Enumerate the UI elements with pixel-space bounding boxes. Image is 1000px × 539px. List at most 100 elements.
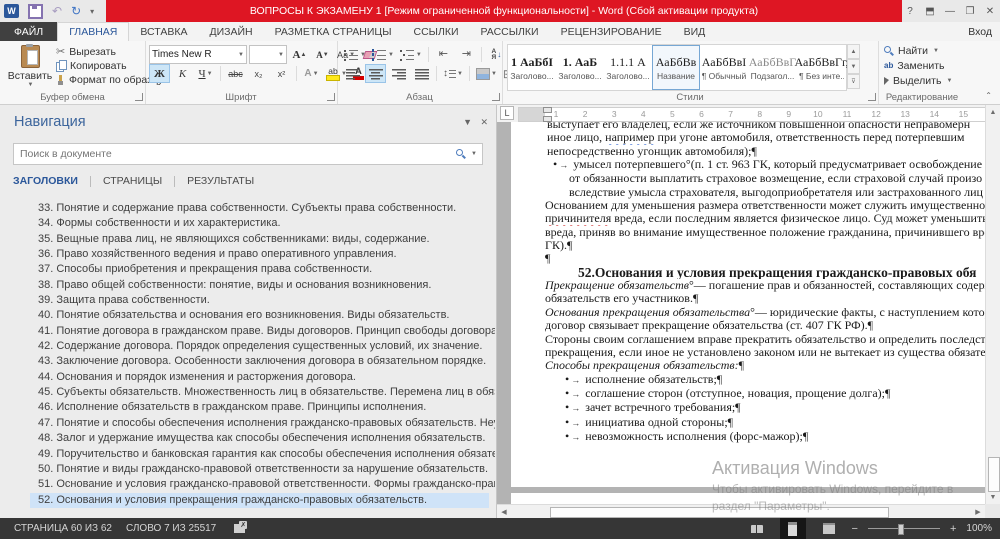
nav-heading-item[interactable]: 52. Основания и условия прекращения граж… [30, 493, 489, 508]
line-spacing-button[interactable]: ↕▼ [441, 64, 465, 83]
scroll-left-icon[interactable]: ◀ [497, 505, 511, 518]
sign-in-link[interactable]: Вход [968, 22, 1000, 41]
tab-ссылки[interactable]: ССЫЛКИ [402, 22, 469, 41]
justify-button[interactable] [411, 64, 432, 83]
horizontal-scrollbar[interactable]: ◀ ▶ [497, 504, 985, 518]
select-button[interactable]: Выделить▼ [884, 74, 952, 87]
style-item[interactable]: АаБбВвНазвание [652, 45, 700, 90]
nav-heading-item[interactable]: 50. Понятие и виды гражданско-правовой о… [0, 462, 495, 477]
horizontal-scroll-thumb[interactable] [550, 507, 889, 518]
shrink-font-button[interactable]: А▼ [312, 45, 333, 64]
nav-heading-item[interactable]: 39. Защита права собственности. [0, 293, 495, 308]
help-icon[interactable]: ? [900, 0, 920, 22]
gallery-up-icon[interactable]: ▲ [847, 44, 860, 59]
pane-options-icon[interactable]: ▼ [463, 117, 472, 127]
document-search-box[interactable]: ▼ [13, 143, 483, 165]
font-family-combo[interactable]: Times New R▼ [149, 45, 247, 64]
page-count[interactable]: СТРАНИЦА 60 ИЗ 62 [14, 523, 112, 534]
style-item[interactable]: АаБбВвГПодзагол... [748, 45, 797, 90]
search-icon[interactable] [456, 149, 466, 159]
nav-heading-item[interactable]: 36. Право хозяйственного ведения и право… [0, 247, 495, 262]
redo-icon[interactable]: ↻ [71, 5, 81, 17]
tab-рассылки[interactable]: РАССЫЛКИ [470, 22, 550, 41]
align-right-button[interactable] [388, 64, 409, 83]
minimize-icon[interactable]: — [940, 0, 960, 22]
style-item[interactable]: 1. АаБЗаголово... [556, 45, 604, 90]
vertical-scrollbar[interactable]: ▲ ▼ [985, 105, 1000, 504]
tab-file[interactable]: ФАЙЛ [0, 22, 57, 41]
nav-heading-item[interactable]: 37. Способы приобретения и прекращения п… [0, 262, 495, 277]
proofing-status-icon[interactable] [234, 524, 245, 533]
first-line-indent-marker[interactable] [543, 107, 552, 113]
nav-heading-item[interactable]: 42. Содержание договора. Порядок определ… [0, 339, 495, 354]
strikethrough-button[interactable]: abc [225, 64, 246, 83]
multilevel-list-button[interactable]: ▼ [398, 45, 424, 64]
style-item[interactable]: 1 АаБбІЗаголово... [508, 45, 556, 90]
dialog-launcher-icon[interactable] [492, 93, 500, 101]
nav-heading-item[interactable]: 41. Понятие договора в гражданском праве… [0, 324, 495, 339]
nav-heading-item[interactable]: 43. Заключение договора. Особенности зак… [0, 354, 495, 369]
collapse-ribbon-icon[interactable]: ⌃ [985, 91, 992, 100]
bullet-list-button[interactable]: ▼ [342, 45, 368, 64]
vertical-scroll-thumb[interactable] [988, 457, 1000, 492]
ribbon-display-icon[interactable]: ⬒ [920, 0, 940, 22]
save-icon[interactable] [28, 4, 43, 19]
read-mode-button[interactable] [744, 518, 770, 539]
nav-tab-2[interactable]: СТРАНИЦЫ [103, 173, 162, 189]
print-layout-button[interactable] [780, 518, 806, 539]
tab-вставка[interactable]: ВСТАВКА [129, 22, 198, 41]
shading-button[interactable]: ▼ [474, 64, 499, 83]
increase-indent-button[interactable]: ⇥ [456, 45, 477, 64]
restore-icon[interactable]: ❐ [960, 0, 980, 22]
decrease-indent-button[interactable]: ⇤ [433, 45, 454, 64]
scroll-right-icon[interactable]: ▶ [971, 505, 985, 518]
next-page-edge[interactable] [511, 493, 985, 504]
word-count[interactable]: СЛОВО 7 ИЗ 25517 [126, 523, 216, 534]
replace-button[interactable]: abЗаменить [884, 59, 952, 72]
zoom-out-button[interactable]: − [852, 523, 858, 535]
tab-вид[interactable]: ВИД [673, 22, 717, 41]
style-item[interactable]: АаБбВвГг,¶ Без инте... [797, 45, 846, 90]
nav-heading-item[interactable]: 35. Вещные права лиц, не являющихся собс… [0, 232, 495, 247]
search-input[interactable] [14, 148, 456, 160]
scroll-up-icon[interactable]: ▲ [986, 105, 1000, 119]
tab-главная[interactable]: ГЛАВНАЯ [57, 22, 129, 41]
text-effects-button[interactable]: А▼ [301, 64, 322, 83]
search-options-icon[interactable]: ▼ [471, 151, 477, 157]
nav-heading-item[interactable]: 45. Субъекты обязательств. Множественнос… [0, 385, 495, 400]
nav-heading-item[interactable]: 47. Понятие и способы обеспечения исполн… [0, 416, 495, 431]
nav-heading-item[interactable]: 33. Понятие и содержание права собственн… [0, 201, 495, 216]
underline-button[interactable]: Ч▼ [195, 64, 216, 83]
tab-рецензирование[interactable]: РЕЦЕНЗИРОВАНИЕ [550, 22, 673, 41]
superscript-button[interactable]: x² [271, 64, 292, 83]
pane-close-icon[interactable]: ✕ [480, 117, 488, 128]
nav-heading-item[interactable]: 49. Поручительство и банковская гарантия… [0, 447, 495, 462]
horizontal-ruler[interactable]: L 123456789101112131415 [497, 105, 985, 122]
tab-разметка-страницы[interactable]: РАЗМЕТКА СТРАНИЦЫ [264, 22, 403, 41]
zoom-slider-thumb[interactable] [898, 524, 904, 535]
nav-heading-item[interactable]: 51. Основание и условия гражданско-право… [0, 477, 495, 492]
align-center-button[interactable] [365, 64, 386, 83]
numbered-list-button[interactable]: ▼ [370, 45, 396, 64]
web-layout-button[interactable] [816, 518, 842, 539]
nav-heading-item[interactable]: 48. Залог и удержание имущества как спос… [0, 431, 495, 446]
find-button[interactable]: Найти▼ [884, 44, 952, 57]
gallery-more-icon[interactable]: ⊽ [847, 74, 860, 89]
tab-selector[interactable]: L [500, 106, 514, 120]
document-canvas[interactable]: L 123456789101112131415 выступает его вл… [497, 105, 985, 504]
nav-heading-item[interactable]: 38. Право общей собственности: понятие, … [0, 278, 495, 293]
nav-tab-1[interactable]: ЗАГОЛОВКИ [13, 173, 78, 189]
qat-customize-icon[interactable]: ▾ [90, 7, 94, 16]
dialog-launcher-icon[interactable] [327, 93, 335, 101]
dialog-launcher-icon[interactable] [135, 93, 143, 101]
zoom-in-button[interactable]: + [950, 523, 956, 535]
style-item[interactable]: АаБбВвІ¶ Обычный [700, 45, 748, 90]
zoom-level[interactable]: 100% [966, 523, 992, 534]
nav-heading-item[interactable]: 46. Исполнение обязательств в гражданско… [0, 400, 495, 415]
close-icon[interactable]: ✕ [980, 0, 1000, 22]
gallery-down-icon[interactable]: ▼ [847, 59, 860, 74]
nav-heading-item[interactable]: 34. Формы собственности и их характерист… [0, 216, 495, 231]
grow-font-button[interactable]: А▲ [289, 45, 310, 64]
nav-heading-item[interactable]: 40. Понятие обязательства и основания ег… [0, 308, 495, 323]
align-left-button[interactable] [342, 64, 363, 83]
